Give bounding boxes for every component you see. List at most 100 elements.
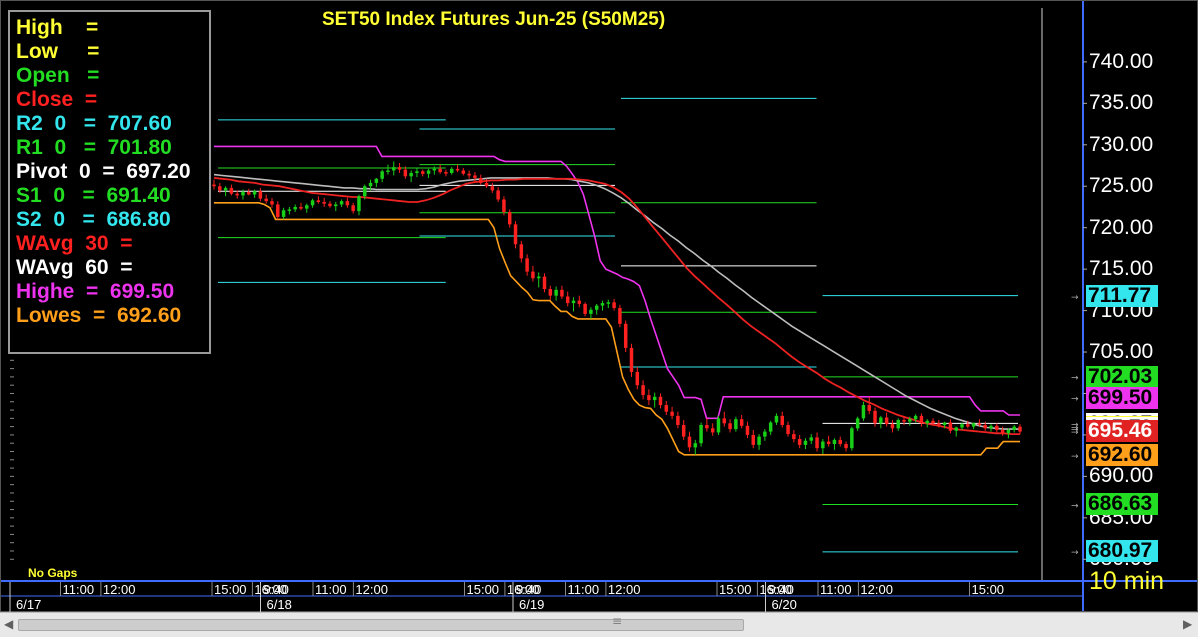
candle[interactable] — [507, 211, 512, 225]
candle[interactable] — [658, 396, 663, 406]
candle[interactable] — [913, 415, 918, 420]
candle[interactable] — [583, 303, 587, 314]
candle[interactable] — [757, 436, 761, 445]
candle[interactable] — [734, 419, 738, 430]
scroll-left-icon[interactable]: ◀ — [4, 617, 13, 631]
scrollbar-thumb[interactable] — [18, 619, 744, 631]
candle[interactable] — [884, 417, 889, 425]
candle[interactable] — [594, 305, 599, 310]
candle[interactable] — [867, 405, 871, 411]
candle[interactable] — [328, 203, 332, 207]
candle[interactable] — [589, 309, 593, 314]
candle[interactable] — [600, 303, 605, 306]
candle[interactable] — [223, 187, 228, 191]
interval-label[interactable]: 10 min — [1089, 567, 1164, 596]
candle[interactable] — [426, 170, 431, 174]
candle[interactable] — [310, 200, 315, 206]
candle[interactable] — [739, 419, 744, 426]
candle[interactable] — [270, 201, 274, 205]
candle[interactable] — [687, 436, 692, 448]
candle[interactable] — [629, 347, 634, 372]
candle[interactable] — [478, 177, 483, 183]
candle[interactable] — [264, 198, 268, 202]
candle[interactable] — [1012, 426, 1016, 430]
candle[interactable] — [676, 415, 680, 425]
candle[interactable] — [722, 418, 727, 424]
candle[interactable] — [293, 206, 297, 210]
candle[interactable] — [218, 186, 222, 191]
candle[interactable] — [357, 196, 361, 212]
candle[interactable] — [397, 167, 402, 170]
candle[interactable] — [751, 434, 756, 445]
candle[interactable] — [560, 289, 564, 297]
candle[interactable] — [276, 204, 280, 217]
candle[interactable] — [461, 170, 466, 174]
candle[interactable] — [832, 439, 837, 445]
candle[interactable] — [368, 182, 373, 187]
candle[interactable] — [960, 424, 964, 428]
candle[interactable] — [618, 308, 622, 324]
candle[interactable] — [316, 200, 321, 202]
candle[interactable] — [763, 431, 767, 437]
candle[interactable] — [252, 191, 257, 195]
candle[interactable] — [467, 173, 471, 176]
candle[interactable] — [490, 186, 495, 191]
candle[interactable] — [861, 405, 866, 419]
candle[interactable] — [693, 443, 698, 448]
candle[interactable] — [942, 422, 947, 425]
candle[interactable] — [873, 410, 877, 424]
candle[interactable] — [502, 199, 506, 212]
candle[interactable] — [855, 418, 860, 429]
candle[interactable] — [380, 171, 384, 179]
candle[interactable] — [299, 206, 303, 209]
scroll-right-icon[interactable]: ▶ — [1183, 617, 1192, 631]
candle[interactable] — [339, 201, 344, 205]
candle[interactable] — [623, 323, 628, 348]
candle[interactable] — [826, 441, 831, 445]
candle[interactable] — [235, 193, 239, 196]
candle[interactable] — [786, 424, 790, 435]
candle[interactable] — [536, 276, 541, 279]
candle[interactable] — [438, 168, 442, 173]
candle[interactable] — [305, 205, 309, 209]
candle[interactable] — [681, 424, 686, 437]
candle[interactable] — [890, 424, 895, 429]
candle[interactable] — [577, 300, 582, 304]
candle[interactable] — [513, 224, 518, 245]
candle[interactable] — [977, 423, 982, 425]
candle[interactable] — [386, 170, 390, 172]
candle[interactable] — [780, 415, 784, 425]
candle[interactable] — [774, 415, 779, 423]
candle[interactable] — [484, 182, 489, 187]
candle[interactable] — [212, 184, 216, 187]
candle[interactable] — [351, 205, 355, 212]
candle[interactable] — [809, 437, 813, 441]
candle[interactable] — [896, 420, 900, 429]
candle[interactable] — [258, 191, 263, 199]
candle[interactable] — [670, 411, 674, 416]
candle[interactable] — [716, 418, 721, 433]
candle[interactable] — [710, 428, 715, 433]
candle[interactable] — [444, 172, 448, 174]
candle[interactable] — [421, 171, 425, 174]
candle[interactable] — [241, 192, 245, 196]
candle[interactable] — [647, 395, 651, 401]
candle[interactable] — [966, 424, 970, 427]
candle[interactable] — [844, 444, 848, 449]
candle[interactable] — [954, 427, 958, 431]
candle[interactable] — [415, 171, 419, 173]
candle[interactable] — [971, 423, 976, 427]
candle[interactable] — [931, 420, 935, 424]
candle[interactable] — [635, 371, 640, 386]
candle[interactable] — [919, 415, 924, 424]
candle[interactable] — [606, 302, 611, 304]
candle[interactable] — [641, 385, 645, 396]
candle[interactable] — [838, 439, 842, 445]
candle[interactable] — [542, 276, 547, 290]
candle[interactable] — [403, 169, 408, 177]
candle[interactable] — [925, 420, 929, 424]
candle[interactable] — [803, 440, 808, 445]
candle[interactable] — [571, 300, 576, 304]
candle[interactable] — [334, 204, 338, 207]
candle[interactable] — [699, 424, 703, 444]
